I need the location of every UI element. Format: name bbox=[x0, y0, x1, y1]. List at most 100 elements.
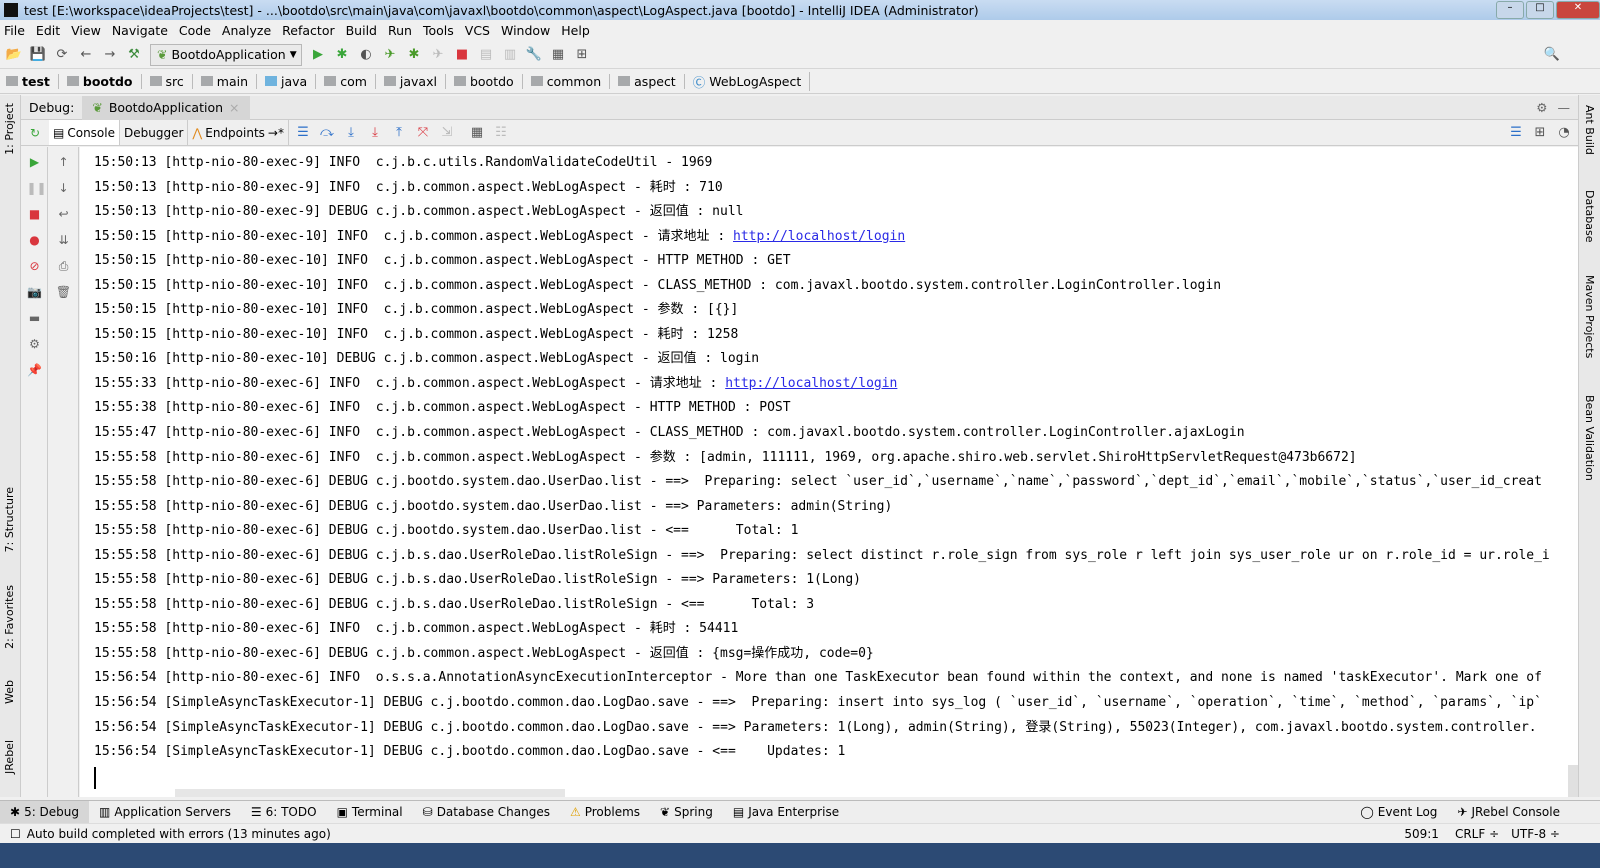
status-checkbox-icon[interactable]: ☐ bbox=[10, 827, 21, 841]
bottom-tab-debug[interactable]: ✱ 5: Debug bbox=[0, 801, 90, 823]
bottom-tab-java-enterprise[interactable]: ▤ Java Enterprise bbox=[723, 801, 849, 823]
gear-icon[interactable]: ⚙ bbox=[1536, 100, 1547, 115]
debug-session-tab[interactable]: ❦ BootdoApplication × bbox=[82, 95, 250, 120]
sync-icon[interactable]: ⟳ bbox=[54, 47, 70, 63]
bottom-tab-terminal[interactable]: ▣ Terminal bbox=[327, 801, 413, 823]
menu-help[interactable]: Help bbox=[561, 23, 590, 38]
bottom-tab-database-changes[interactable]: ⛁ Database Changes bbox=[413, 801, 560, 823]
run-configuration-select[interactable]: ❦ BootdoApplication ▼ bbox=[150, 43, 302, 66]
close-button[interactable]: ✕ bbox=[1556, 1, 1600, 19]
maximize-button[interactable]: □ bbox=[1526, 1, 1554, 19]
restore-layout-icon[interactable]: ☰ bbox=[1508, 125, 1524, 141]
close-tab-icon[interactable]: × bbox=[229, 100, 239, 115]
vcs-commit-icon[interactable]: ▥ bbox=[502, 47, 518, 63]
resume-icon[interactable]: ▶ bbox=[27, 155, 43, 171]
menu-view[interactable]: View bbox=[71, 23, 101, 38]
settings-icon[interactable]: ⚙ bbox=[27, 337, 43, 353]
tool-structure[interactable]: 7: Structure bbox=[3, 487, 16, 552]
drop-frame-icon[interactable]: ⤧ bbox=[415, 125, 431, 141]
menu-analyze[interactable]: Analyze bbox=[222, 23, 271, 38]
cursor-position[interactable]: 509:1 bbox=[1404, 827, 1439, 841]
breadcrumb-item[interactable]: src bbox=[149, 73, 193, 89]
menu-window[interactable]: Window bbox=[501, 23, 550, 38]
menu-navigate[interactable]: Navigate bbox=[112, 23, 168, 38]
menu-vcs[interactable]: VCS bbox=[465, 23, 490, 38]
layout-icon[interactable]: ▬ bbox=[27, 311, 43, 327]
line-separator[interactable]: CRLF ÷ bbox=[1455, 827, 1499, 841]
breadcrumb-item[interactable]: bootdo bbox=[453, 73, 523, 89]
menu-tools[interactable]: Tools bbox=[423, 23, 454, 38]
breadcrumb-item[interactable]: test bbox=[6, 73, 59, 89]
breadcrumb-item[interactable]: com bbox=[324, 73, 376, 89]
down-arrow-icon[interactable]: ↓ bbox=[56, 181, 72, 197]
breadcrumb-item[interactable]: java bbox=[265, 73, 317, 89]
tab-debugger[interactable]: Debugger bbox=[120, 120, 189, 145]
run-to-cursor-icon[interactable]: ⇲ bbox=[439, 125, 455, 141]
debug-icon[interactable]: ✱ bbox=[334, 47, 350, 63]
clear-trash-icon[interactable]: 🗑 bbox=[56, 285, 72, 301]
breadcrumb-item[interactable]: bootdo bbox=[66, 73, 142, 89]
minimize-button[interactable]: – bbox=[1496, 1, 1524, 19]
vertical-scrollbar[interactable] bbox=[1568, 765, 1578, 797]
build-hammer-icon[interactable]: ⚒ bbox=[126, 47, 142, 63]
rerun-icon[interactable]: ↻ bbox=[21, 126, 49, 140]
menu-build[interactable]: Build bbox=[346, 23, 377, 38]
tab-endpoints[interactable]: ⋀ Endpoints →* bbox=[188, 120, 289, 145]
view-breakpoints-icon[interactable]: ● bbox=[27, 233, 43, 249]
console-link[interactable]: http://localhost/login bbox=[725, 376, 897, 391]
tool-database[interactable]: Database bbox=[1583, 190, 1596, 243]
show-execution-point-icon[interactable]: ☰ bbox=[295, 125, 311, 141]
stop-icon[interactable]: ■ bbox=[27, 207, 43, 223]
step-over-icon[interactable]: ⤼ bbox=[319, 125, 335, 141]
jrebel-debug-icon[interactable]: ✱ bbox=[406, 47, 422, 63]
scroll-to-end-icon[interactable]: ⇊ bbox=[56, 233, 72, 249]
pause-icon[interactable]: ❚❚ bbox=[27, 181, 47, 197]
breadcrumb-item[interactable]: javaxl bbox=[383, 73, 446, 89]
horizontal-scrollbar[interactable] bbox=[175, 789, 565, 797]
tab-console[interactable]: ▤ Console bbox=[49, 120, 120, 145]
soft-wrap-icon[interactable]: ↩ bbox=[56, 207, 72, 223]
run-icon[interactable]: ▶ bbox=[310, 47, 326, 63]
bottom-tab-spring[interactable]: ❦ Spring bbox=[650, 801, 723, 823]
breadcrumb-item[interactable]: common bbox=[530, 73, 611, 89]
tool-bean-validation[interactable]: Bean Validation bbox=[1583, 395, 1596, 481]
menu-file[interactable]: File bbox=[4, 23, 25, 38]
console-link[interactable]: http://localhost/login bbox=[733, 229, 905, 244]
console-output[interactable]: 15:50:13 [http-nio-80-exec-9] INFO c.j.b… bbox=[80, 147, 1578, 797]
stop-icon[interactable]: ■ bbox=[454, 47, 470, 63]
bottom-tab-problems[interactable]: ⚠ Problems bbox=[560, 801, 650, 823]
save-icon[interactable]: 💾 bbox=[30, 47, 46, 63]
jrebel-icon[interactable]: ✈ bbox=[430, 47, 446, 63]
bottom-tab-event-log[interactable]: ◯ Event Log bbox=[1350, 801, 1447, 823]
jrebel-run-icon[interactable]: ✈ bbox=[382, 47, 398, 63]
coverage-icon[interactable]: ◐ bbox=[358, 47, 374, 63]
forward-icon[interactable]: → bbox=[102, 47, 118, 63]
pin-icon[interactable]: 📌 bbox=[27, 363, 43, 379]
trace-icon[interactable]: ☷ bbox=[493, 125, 509, 141]
tool-maven-projects[interactable]: Maven Projects bbox=[1583, 275, 1596, 358]
bottom-tab-application-servers[interactable]: ▥ Application Servers bbox=[89, 801, 241, 823]
hide-icon[interactable]: ◔ bbox=[1556, 125, 1572, 141]
tool-project[interactable]: 1: Project bbox=[3, 103, 16, 155]
menu-run[interactable]: Run bbox=[388, 23, 412, 38]
vcs-update-icon[interactable]: ▤ bbox=[478, 47, 494, 63]
up-arrow-icon[interactable]: ↑ bbox=[56, 155, 72, 171]
search-icon[interactable]: 🔍 bbox=[1544, 47, 1560, 63]
step-out-icon[interactable]: ⤒ bbox=[391, 125, 407, 141]
open-icon[interactable]: 📂 bbox=[6, 47, 22, 63]
menu-edit[interactable]: Edit bbox=[36, 23, 60, 38]
tool-favorites[interactable]: 2: Favorites bbox=[3, 585, 16, 649]
menu-refactor[interactable]: Refactor bbox=[282, 23, 334, 38]
breadcrumb-item[interactable]: Ⓒ WebLogAspect bbox=[693, 71, 811, 91]
step-into-icon[interactable]: ⤓ bbox=[343, 125, 359, 141]
layout-settings-icon[interactable]: ⊞ bbox=[1532, 125, 1548, 141]
back-icon[interactable]: ← bbox=[78, 47, 94, 63]
camera-icon[interactable]: 📷 bbox=[27, 285, 43, 301]
breadcrumb-item[interactable]: aspect bbox=[618, 73, 685, 89]
tool-web[interactable]: Web bbox=[3, 680, 16, 704]
print-icon[interactable]: ⎙ bbox=[56, 259, 72, 275]
breadcrumb-item[interactable]: main bbox=[200, 73, 257, 89]
mute-breakpoints-icon[interactable]: ⊘ bbox=[27, 259, 43, 275]
minimize-panel-icon[interactable]: — bbox=[1558, 100, 1571, 115]
bottom-tab-todo[interactable]: ☰ 6: TODO bbox=[241, 801, 327, 823]
